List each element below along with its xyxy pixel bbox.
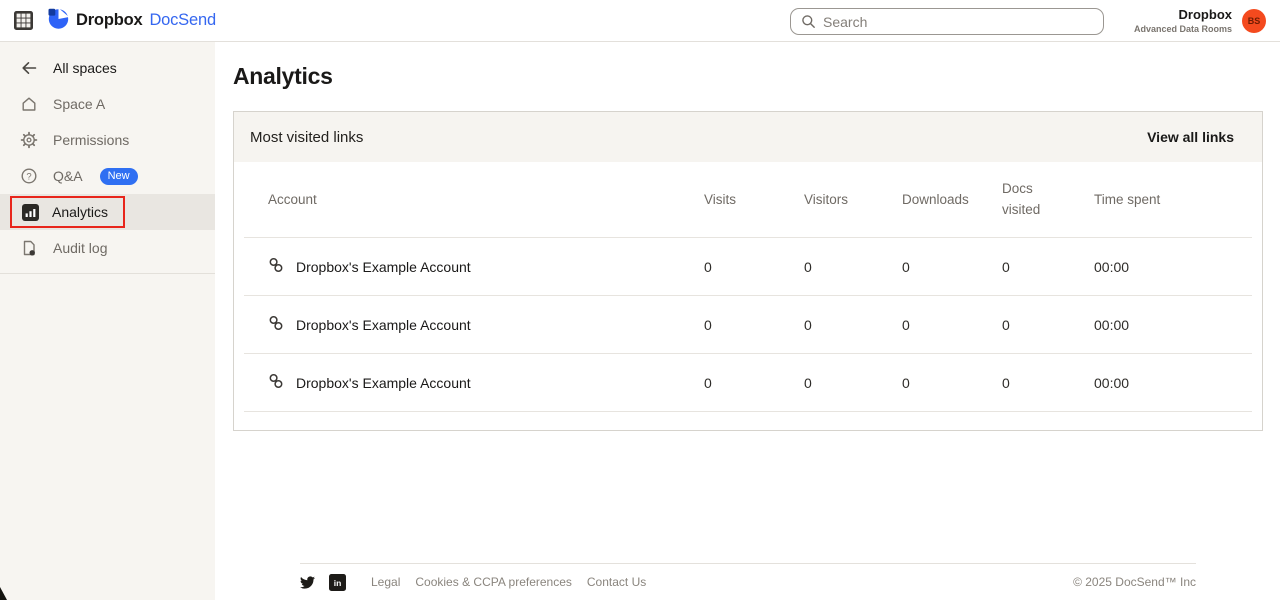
sidebar-item-analytics[interactable]: Analytics [0,194,215,230]
card-header: Most visited links View all links [234,112,1262,162]
account-cell[interactable]: Dropbox's Example Account [244,315,704,334]
column-header-time-spent: Time spent [1094,192,1252,207]
link-icon [268,315,284,334]
table-row[interactable]: Dropbox's Example Account 0 0 0 0 00:00 [244,354,1252,412]
home-icon [20,95,38,113]
column-header-downloads: Downloads [902,192,1002,207]
downloads-value: 0 [902,317,1002,333]
new-badge: New [100,168,138,185]
sidebar-item-label: Q&A [53,168,83,184]
link-icon [268,373,284,392]
account-name: Dropbox's Example Account [296,317,471,333]
sidebar: All spaces Space A Permissions ? [0,42,215,600]
arrow-left-icon [20,59,38,77]
page-title: Analytics [233,42,1280,90]
search-icon [801,14,816,29]
table-header-row: Account Visits Visitors Downloads Docs v… [244,162,1252,238]
sidebar-item-qa[interactable]: ? Q&A New [0,158,215,194]
column-header-visits: Visits [704,192,804,207]
search-input[interactable] [823,14,1093,30]
account-name: Dropbox's Example Account [296,259,471,275]
visitors-value: 0 [804,259,902,275]
footer-link-contact[interactable]: Contact Us [587,575,646,589]
sidebar-item-label: Space A [53,96,105,112]
account-name: Dropbox's Example Account [296,375,471,391]
visits-value: 0 [704,317,804,333]
visitors-value: 0 [804,317,902,333]
visits-value: 0 [704,375,804,391]
link-icon [268,257,284,276]
column-header-account: Account [244,192,704,207]
question-circle-icon: ? [20,167,38,185]
top-header: Dropbox DocSend Dropbox Advanced Data Ro… [0,0,1280,42]
svg-text:in: in [334,578,342,588]
twitter-icon[interactable] [300,576,315,589]
table-row[interactable]: Dropbox's Example Account 0 0 0 0 00:00 [244,296,1252,354]
account-plan-label: Advanced Data Rooms [1134,24,1232,35]
bar-chart-icon [21,203,39,221]
sidebar-item-label: Audit log [53,240,107,256]
most-visited-links-card: Most visited links View all links Accoun… [233,111,1263,431]
sidebar-divider [0,273,215,274]
account-org-info: Dropbox Advanced Data Rooms [1134,7,1232,35]
column-header-docs-visited: Docs visited [1002,179,1094,221]
view-all-links-button[interactable]: View all links [1147,129,1234,145]
time-spent-value: 00:00 [1094,317,1252,333]
main-content: Analytics Most visited links View all li… [215,42,1280,600]
brand-docsend-label: DocSend [149,11,215,30]
linkedin-icon[interactable]: in [329,574,346,591]
svg-text:?: ? [26,171,31,182]
search-box[interactable] [790,8,1104,35]
account-cell[interactable]: Dropbox's Example Account [244,373,704,392]
table-row[interactable]: Dropbox's Example Account 0 0 0 0 00:00 [244,238,1252,296]
footer-link-cookies[interactable]: Cookies & CCPA preferences [415,575,572,589]
sidebar-item-label: Permissions [53,132,129,148]
sidebar-item-all-spaces[interactable]: All spaces [0,50,215,86]
sidebar-item-audit-log[interactable]: Audit log [0,230,215,266]
audit-log-icon [20,239,38,257]
sidebar-item-space-a[interactable]: Space A [0,86,215,122]
time-spent-value: 00:00 [1094,259,1252,275]
account-org-name: Dropbox [1134,7,1232,23]
annotation-red-box: Analytics [10,196,125,228]
visitors-value: 0 [804,375,902,391]
docs-visited-value: 0 [1002,375,1094,391]
apps-grid-icon[interactable] [14,11,33,30]
copyright-text: © 2025 DocSend™ Inc [1073,575,1196,589]
footer-link-legal[interactable]: Legal [371,575,400,589]
visits-value: 0 [704,259,804,275]
downloads-value: 0 [902,375,1002,391]
time-spent-value: 00:00 [1094,375,1252,391]
brand-logo[interactable]: Dropbox DocSend [48,8,216,34]
docs-visited-value: 0 [1002,259,1094,275]
docs-visited-value: 0 [1002,317,1094,333]
footer: in Legal Cookies & CCPA preferences Cont… [300,563,1196,600]
card-title: Most visited links [250,129,363,146]
sidebar-item-label: Analytics [52,204,108,220]
sidebar-item-label: All spaces [53,60,117,76]
account-area: Dropbox Advanced Data Rooms BS [1134,0,1266,42]
avatar[interactable]: BS [1242,9,1266,33]
account-cell[interactable]: Dropbox's Example Account [244,257,704,276]
brand-dropbox-label: Dropbox [76,11,142,30]
links-table: Account Visits Visitors Downloads Docs v… [234,162,1262,430]
gear-icon [20,131,38,149]
sidebar-item-permissions[interactable]: Permissions [0,122,215,158]
column-header-visitors: Visitors [804,192,902,207]
downloads-value: 0 [902,259,1002,275]
docsend-logo-icon [48,8,69,34]
